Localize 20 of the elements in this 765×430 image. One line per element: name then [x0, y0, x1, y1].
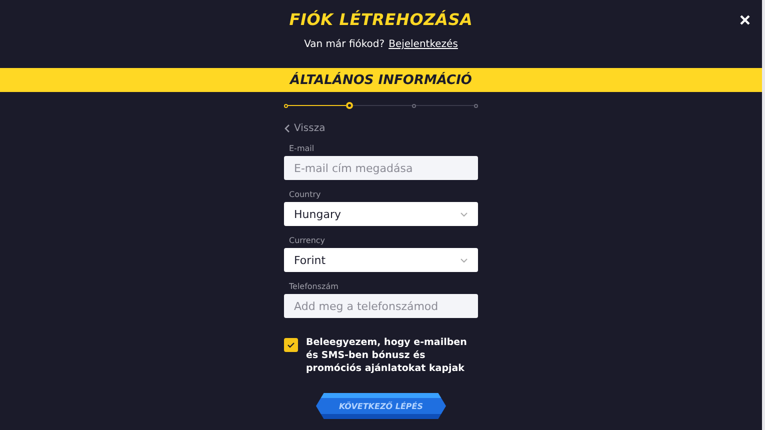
- consent-text: Beleegyezem, hogy e-mailben és SMS-ben bónusz és promóciós ajánlatokat kapjak: [306, 336, 468, 375]
- field-label: Telefonszám: [289, 282, 340, 291]
- input-field[interactable]: E-mail cím megadása: [284, 156, 478, 180]
- close-icon: [740, 15, 750, 25]
- chevron-down-icon: [460, 258, 468, 262]
- login-link[interactable]: Bejelentkezés: [388, 39, 458, 50]
- chevron-left-icon: [284, 124, 290, 133]
- field-label: Currency: [289, 236, 326, 245]
- checkbox[interactable]: [284, 338, 298, 352]
- select-field[interactable]: Hungary: [284, 202, 478, 226]
- check-icon: [287, 342, 295, 348]
- section-title: ÁLTALÁNOS INFORMÁCIÓ: [290, 72, 472, 88]
- page-title: FIÓK LÉTREHOZÁSA: [289, 10, 473, 29]
- field-label: Country: [289, 190, 322, 199]
- select-field[interactable]: Forint: [284, 248, 478, 272]
- back-button[interactable]: Vissza: [284, 123, 326, 134]
- field-label: E-mail: [289, 144, 316, 153]
- chevron-down-icon: [460, 212, 468, 216]
- input-field[interactable]: Add meg a telefonszámod: [284, 294, 478, 318]
- login-prompt: Van már fiókod?: [304, 39, 385, 50]
